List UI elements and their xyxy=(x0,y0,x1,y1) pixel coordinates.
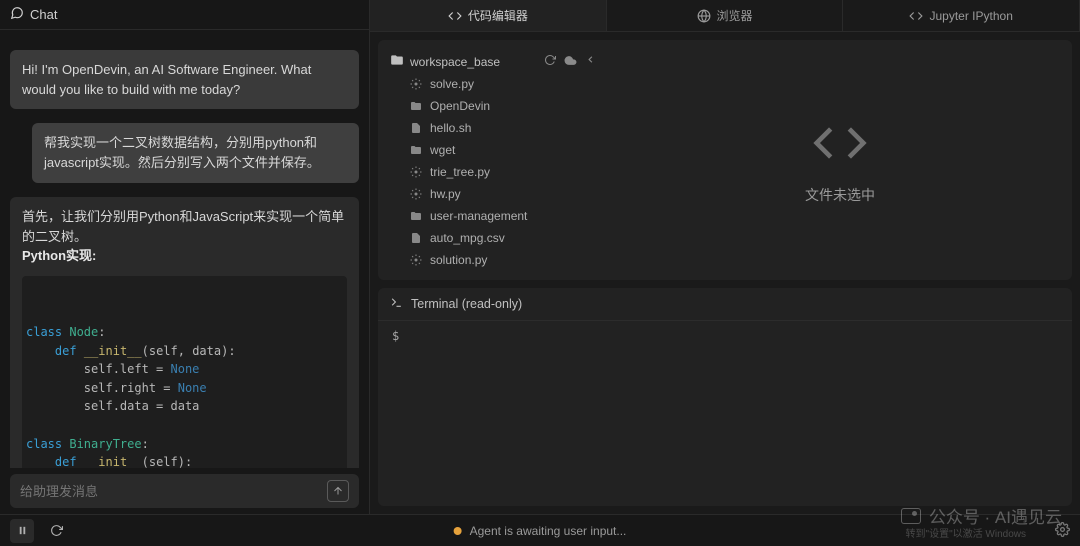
tab-jupyter[interactable]: Jupyter IPython xyxy=(843,0,1080,31)
tree-item[interactable]: auto_mpg.csv xyxy=(386,227,600,249)
tree-item[interactable]: solution.py xyxy=(386,249,600,271)
workspace: workspace_base solve.py OpenDevin hello.sh… xyxy=(378,40,1072,280)
tree-item-label: hw.py xyxy=(430,187,461,201)
code-heading: Python实现: xyxy=(22,248,96,263)
folder-icon xyxy=(410,100,423,112)
cog-icon xyxy=(410,254,423,266)
tab-browser[interactable]: 浏览器 xyxy=(607,0,844,31)
tree-item[interactable]: OpenDevin xyxy=(386,95,600,117)
code-block: class Node: def __init__(self, data): se… xyxy=(22,276,347,468)
tab-label: Jupyter IPython xyxy=(929,9,1012,23)
refresh-icon[interactable] xyxy=(544,54,556,70)
assistant-message: Hi! I'm OpenDevin, an AI Software Engine… xyxy=(10,50,359,109)
folder-icon xyxy=(410,210,423,222)
assistant-text: 首先，让我们分别用Python和JavaScript来实现一个简单的二叉树。 xyxy=(22,207,347,246)
empty-label: 文件未选中 xyxy=(805,185,875,205)
file-tree: workspace_base solve.py OpenDevin hello.sh… xyxy=(378,40,608,280)
tree-item-label: wget xyxy=(430,143,455,157)
pause-button[interactable] xyxy=(10,519,34,543)
tree-item[interactable]: user-management xyxy=(386,205,600,227)
tabs: 代码编辑器 浏览器 Jupyter IPython xyxy=(370,0,1080,32)
terminal-header: Terminal (read-only) xyxy=(378,288,1072,321)
agent-status: Agent is awaiting user input... xyxy=(454,524,627,538)
terminal-panel: Terminal (read-only) $ xyxy=(378,288,1072,506)
folder-open-icon xyxy=(390,53,404,70)
tree-item[interactable]: solve.py xyxy=(386,73,600,95)
tree-item[interactable]: wget xyxy=(386,139,600,161)
tree-root[interactable]: workspace_base xyxy=(386,50,600,73)
tree-item-label: OpenDevin xyxy=(430,99,490,113)
tree-item-label: user-management xyxy=(430,209,527,223)
folder-icon xyxy=(410,144,423,156)
terminal-body: $ xyxy=(378,321,1072,506)
tree-item[interactable]: hw.py xyxy=(386,183,600,205)
tree-item-label: hello.sh xyxy=(430,121,471,135)
gear-icon[interactable] xyxy=(1055,522,1070,540)
user-message: 帮我实现一个二叉树数据结构，分别用python和javascript实现。然后分… xyxy=(32,123,359,183)
footer: Agent is awaiting user input... xyxy=(0,514,1080,546)
terminal-icon xyxy=(390,296,403,312)
file-icon xyxy=(410,122,423,134)
status-text: Agent is awaiting user input... xyxy=(470,524,627,538)
tree-item[interactable]: trie_tree.py xyxy=(386,161,600,183)
tree-item-label: auto_mpg.csv xyxy=(430,231,505,245)
file-icon xyxy=(410,232,423,244)
refresh-button[interactable] xyxy=(44,519,68,543)
cog-icon xyxy=(410,166,423,178)
tree-root-label: workspace_base xyxy=(410,55,500,69)
chat-input[interactable] xyxy=(20,484,327,499)
chat-bubble-icon xyxy=(10,6,24,23)
terminal-prompt: $ xyxy=(392,329,399,343)
cog-icon xyxy=(410,78,423,90)
tree-item-label: trie_tree.py xyxy=(430,165,490,179)
status-dot-icon xyxy=(454,527,462,535)
tree-item-label: solution.py xyxy=(430,253,487,267)
tree-item-label: solve.py xyxy=(430,77,474,91)
tab-label: 浏览器 xyxy=(717,7,753,24)
chat-title: Chat xyxy=(30,7,57,22)
chat-header: Chat xyxy=(0,0,369,30)
terminal-title: Terminal (read-only) xyxy=(411,297,522,311)
chat-panel: Chat Hi! I'm OpenDevin, an AI Software E… xyxy=(0,0,370,514)
chat-input-row xyxy=(10,474,359,508)
send-button[interactable] xyxy=(327,480,349,502)
tab-code-editor[interactable]: 代码编辑器 xyxy=(370,0,607,31)
code-icon xyxy=(812,115,868,171)
tab-label: 代码编辑器 xyxy=(468,7,528,24)
file-preview-empty: 文件未选中 xyxy=(608,40,1072,280)
cloud-icon[interactable] xyxy=(564,54,577,70)
right-panel: 代码编辑器 浏览器 Jupyter IPython xyxy=(370,0,1080,514)
chat-scroll[interactable]: Hi! I'm OpenDevin, an AI Software Engine… xyxy=(0,30,369,468)
chevron-left-icon[interactable] xyxy=(585,54,596,70)
tree-item[interactable]: hello.sh xyxy=(386,117,600,139)
cog-icon xyxy=(410,188,423,200)
assistant-message: 首先，让我们分别用Python和JavaScript来实现一个简单的二叉树。 P… xyxy=(10,197,359,468)
